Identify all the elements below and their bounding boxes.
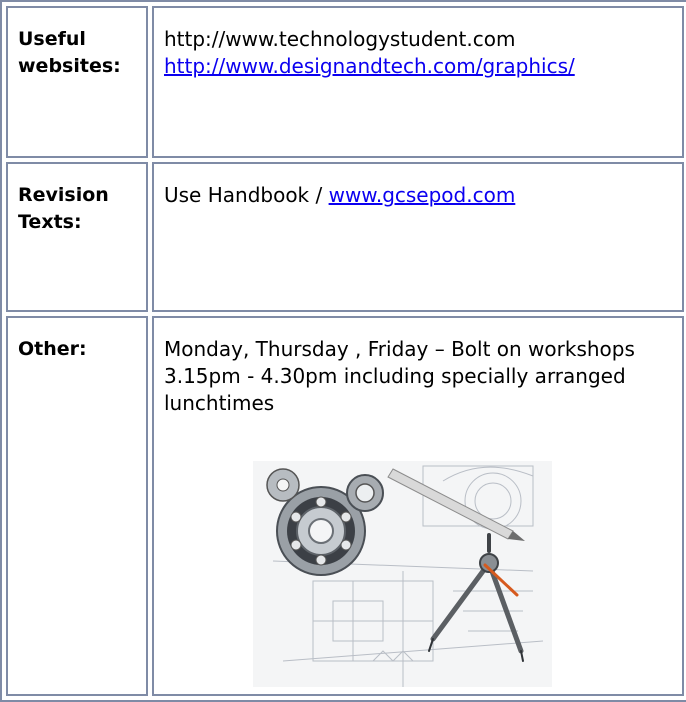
link-designandtech-graphics[interactable]: http://www.designandtech.com/graphics/: [164, 54, 575, 78]
table-row-revision-texts: Revision Texts: Use Handbook / www.gcsep…: [6, 162, 684, 312]
info-table: Useful websites: http://www.technologyst…: [0, 0, 686, 702]
label-revision-texts: Revision Texts:: [18, 184, 109, 233]
label-cell-revision-texts: Revision Texts:: [6, 162, 148, 312]
table-row-useful-websites: Useful websites: http://www.technologyst…: [6, 6, 684, 158]
label-cell-useful-websites: Useful websites:: [6, 6, 148, 158]
website-text-technologystudent: http://www.technologystudent.com: [164, 27, 516, 51]
label-cell-other: Other:: [6, 316, 148, 696]
engineering-drawing-image: [253, 461, 552, 687]
table-row-other: Other: Monday, Thursday , Friday – Bolt …: [6, 316, 684, 696]
value-cell-useful-websites: http://www.technologystudent.com http://…: [152, 6, 684, 158]
revision-text-prefix: Use Handbook /: [164, 183, 329, 207]
label-other: Other:: [18, 338, 87, 360]
link-gcsepod[interactable]: www.gcsepod.com: [329, 183, 516, 207]
label-useful-websites: Useful websites:: [18, 28, 121, 77]
value-cell-revision-texts: Use Handbook / www.gcsepod.com: [152, 162, 684, 312]
value-cell-other: Monday, Thursday , Friday – Bolt on work…: [152, 316, 684, 696]
other-description: Monday, Thursday , Friday – Bolt on work…: [164, 337, 635, 415]
